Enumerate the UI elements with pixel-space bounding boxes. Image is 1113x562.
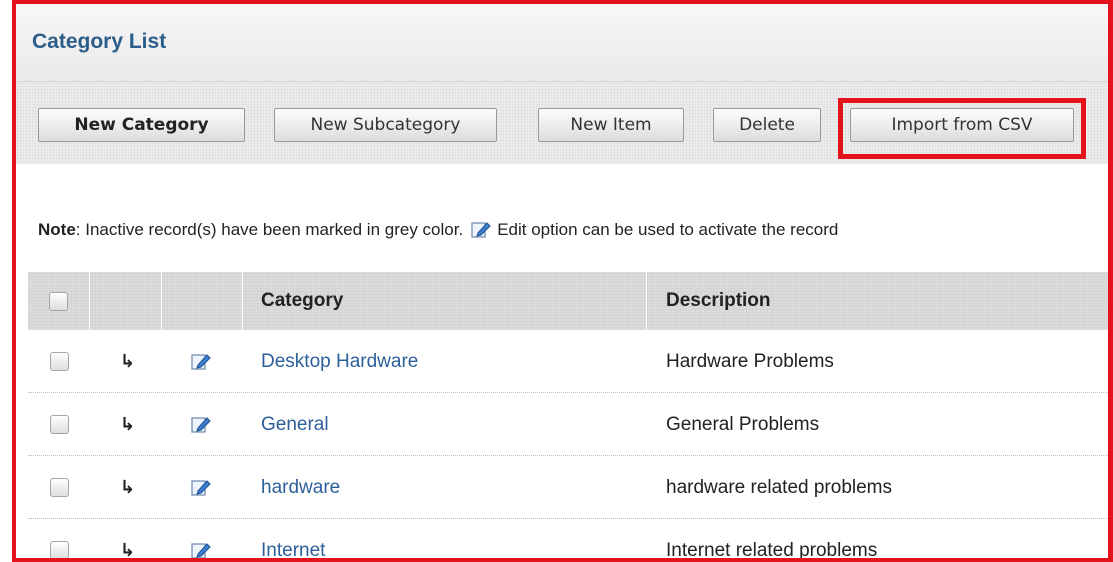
import-highlight-box — [838, 98, 1086, 159]
category-description: hardware related problems — [666, 476, 893, 498]
table-row: ↳ Desktop Hardware Hardware Problems — [28, 330, 1108, 393]
category-link[interactable]: hardware — [261, 456, 340, 519]
select-all-checkbox[interactable] — [49, 291, 68, 311]
new-item-button[interactable]: New Item — [538, 108, 684, 142]
row-checkbox[interactable] — [50, 352, 69, 371]
subcategory-arrow-icon[interactable]: ↳ — [120, 393, 135, 456]
edit-icon[interactable] — [191, 519, 211, 558]
row-checkbox-cell[interactable] — [50, 330, 69, 393]
category-description: Hardware Problems — [666, 350, 834, 372]
category-link[interactable]: Internet — [261, 519, 325, 559]
subcategory-arrow-icon[interactable]: ↳ — [120, 519, 135, 558]
new-category-button[interactable]: New Category — [38, 108, 245, 142]
category-description: Internet related problems — [666, 539, 878, 561]
header-edit-col — [162, 272, 243, 330]
category-link[interactable]: General — [261, 393, 329, 456]
row-checkbox-cell[interactable] — [50, 456, 69, 519]
page-title: Category List — [32, 30, 167, 53]
table-row: ↳ Internet Internet related problems — [28, 519, 1108, 561]
table-row: ↳ General General Problems — [28, 393, 1108, 456]
category-description: General Problems — [666, 413, 820, 435]
subcategory-arrow-icon[interactable]: ↳ — [120, 456, 135, 519]
row-checkbox[interactable] — [50, 415, 69, 434]
edit-icon[interactable] — [191, 456, 211, 519]
note-text-before: : Inactive record(s) have been marked in… — [75, 220, 464, 239]
row-checkbox[interactable] — [50, 541, 69, 558]
header-subcategory-col — [90, 272, 162, 330]
header-select-all[interactable] — [28, 272, 90, 330]
note-text: Note : Inactive record(s) have been mark… — [38, 220, 838, 240]
table-row: ↳ hardware hardware related problems — [28, 456, 1108, 519]
category-link[interactable]: Desktop Hardware — [261, 330, 418, 393]
row-checkbox-cell[interactable] — [50, 519, 69, 558]
header-description[interactable]: Description — [647, 272, 1108, 330]
edit-icon[interactable] — [191, 330, 211, 393]
new-subcategory-button[interactable]: New Subcategory — [274, 108, 497, 142]
table-header: Category Description — [28, 272, 1108, 330]
edit-pencil-icon — [471, 222, 491, 238]
edit-icon[interactable] — [191, 393, 211, 456]
row-checkbox-cell[interactable] — [50, 393, 69, 456]
note-label: Note — [38, 220, 76, 239]
row-checkbox[interactable] — [50, 478, 69, 497]
main-panel: Category List New Category New Subcatego… — [12, 0, 1113, 562]
delete-button[interactable]: Delete — [713, 108, 821, 142]
note-text-after: Edit option can be used to activate the … — [497, 220, 839, 239]
subcategory-arrow-icon[interactable]: ↳ — [120, 330, 135, 393]
panel-header: Category List — [16, 4, 1108, 82]
header-category[interactable]: Category — [243, 272, 647, 330]
